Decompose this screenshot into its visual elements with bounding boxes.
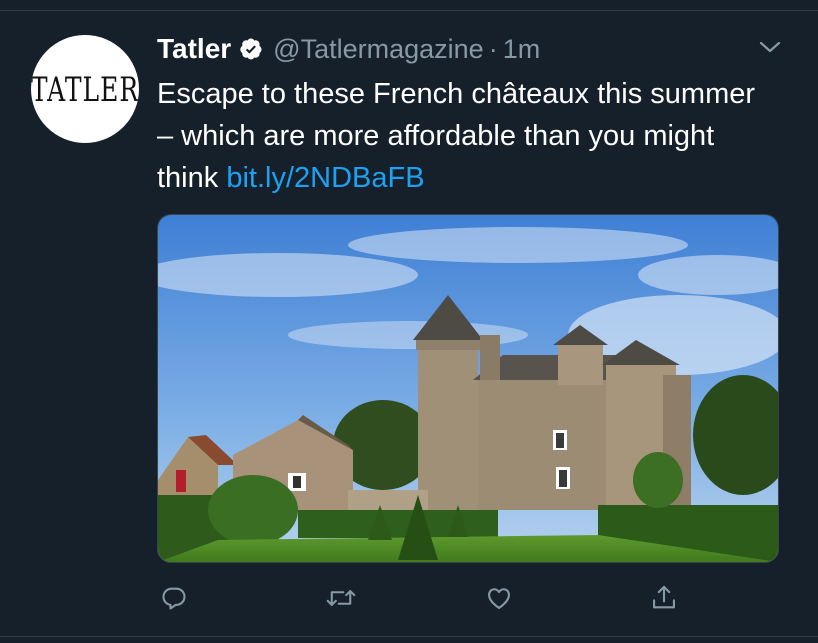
- chevron-down-icon[interactable]: [758, 38, 782, 56]
- heart-icon: [488, 588, 510, 609]
- avatar-logo-text: TATLER: [31, 69, 139, 109]
- share-button[interactable]: [647, 581, 681, 615]
- tweet-header: Tatler @Tatlermagazine · 1m: [157, 30, 540, 68]
- tweet-image[interactable]: [157, 214, 779, 563]
- tweet-text: Escape to these French châteaux this sum…: [157, 73, 777, 199]
- retweet-icon: [326, 590, 356, 606]
- author-handle[interactable]: @Tatlermagazine: [273, 34, 484, 65]
- reply-icon: [162, 587, 186, 610]
- tweet-timestamp[interactable]: 1m: [503, 34, 541, 65]
- avatar[interactable]: TATLER: [31, 35, 139, 143]
- header-separator: ·: [488, 33, 498, 64]
- tweet-actions: [0, 581, 818, 617]
- tweet-link[interactable]: bit.ly/2NDBaFB: [226, 162, 424, 194]
- chateau-photo: [158, 215, 778, 562]
- reply-button[interactable]: [157, 581, 191, 615]
- verified-badge-icon: [240, 38, 262, 60]
- author-name[interactable]: Tatler: [157, 33, 231, 65]
- like-button[interactable]: [482, 581, 516, 615]
- share-icon: [653, 585, 675, 609]
- top-divider: [0, 10, 818, 11]
- bottom-divider: [0, 636, 818, 637]
- retweet-button[interactable]: [324, 581, 358, 615]
